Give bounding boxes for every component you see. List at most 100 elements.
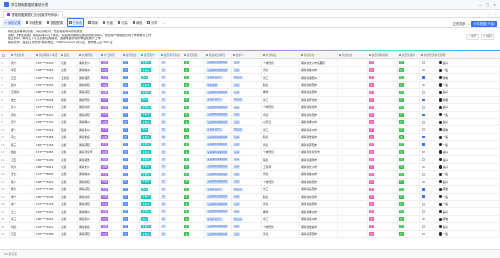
table-cell-name[interactable]: 赵六 bbox=[10, 81, 35, 89]
table-cell-num[interactable]: 9 bbox=[0, 119, 10, 126]
table-cell-num[interactable]: 21 bbox=[0, 208, 10, 215]
table-cell-note[interactable]: 困难 bbox=[420, 126, 500, 133]
table-cell-region[interactable]: 湖南株洲 bbox=[78, 171, 100, 178]
table-cell-leftbehind[interactable]: 留守 bbox=[140, 96, 160, 104]
column-header[interactable]: 是否单亲家庭 bbox=[160, 52, 183, 59]
table-cell-phone[interactable]: 180****5536 bbox=[35, 193, 60, 200]
table-cell-type[interactable]: 城镇 bbox=[100, 119, 122, 126]
table-cell-guardian[interactable]: 祖父母 bbox=[232, 126, 262, 133]
confirm-checkbox[interactable] bbox=[422, 173, 425, 176]
table-cell-job[interactable]: 职员 bbox=[262, 193, 300, 200]
table-cell-subsidy[interactable]: 否 bbox=[368, 133, 398, 141]
table-cell-guardian[interactable]: 父亲 bbox=[232, 119, 262, 126]
table-cell-note[interactable]: 困难 bbox=[420, 215, 500, 223]
table-cell-num[interactable]: 1 bbox=[0, 59, 10, 66]
table-cell-guardian[interactable]: 祖父母 bbox=[232, 74, 262, 81]
table-cell-disabled[interactable]: 无 bbox=[183, 178, 205, 186]
table-cell-region[interactable]: 湖南株洲 bbox=[78, 66, 100, 74]
table-cell-name[interactable]: 吕五 bbox=[10, 230, 35, 238]
table-cell-note[interactable]: 一般 bbox=[420, 171, 500, 178]
table-cell-phone[interactable]: 189****6613 bbox=[35, 163, 60, 171]
confirm-checkbox[interactable] bbox=[422, 225, 425, 228]
table-cell-phone[interactable]: 132****4410 bbox=[35, 223, 60, 230]
table-cell-address[interactable]: 湖南省邵阳市 bbox=[300, 141, 338, 148]
table-cell-region[interactable]: 湖南益阳 bbox=[78, 201, 100, 208]
table-cell-address2[interactable] bbox=[338, 148, 368, 156]
table-row[interactable]: 22 许三 185****9953 汉族 湖南永州 农村 否 留守 否 无 父母外出务工 祖父母 务工 湖… bbox=[0, 215, 500, 224]
table-cell-phone[interactable]: 159****2461 bbox=[35, 208, 60, 215]
table-cell-region[interactable]: 湖南衡阳 bbox=[78, 178, 100, 186]
table-cell-num[interactable]: 20 bbox=[0, 201, 10, 208]
table-cell-leftbehind[interactable]: 留守 bbox=[140, 215, 160, 223]
table-cell-name[interactable]: 许三 bbox=[10, 215, 35, 223]
table-cell-address[interactable]: 湖南省常德市 bbox=[300, 104, 338, 111]
table-cell-region[interactable]: 湖南益阳 bbox=[78, 111, 100, 119]
table-cell-address[interactable]: 湖南省永州市 bbox=[300, 126, 338, 133]
expand-notice-button[interactable]: ⤢ 展开 bbox=[465, 34, 479, 41]
table-cell-phone[interactable]: 135****0419 bbox=[35, 126, 60, 133]
table-cell-guardian[interactable]: 母亲 bbox=[232, 81, 262, 89]
table-cell-job[interactable]: 务农 bbox=[262, 141, 300, 148]
table-cell-phone[interactable]: 177****6628 bbox=[35, 96, 60, 104]
field-config-button[interactable]: 字段配置 bbox=[24, 19, 43, 25]
table-cell-address2[interactable] bbox=[338, 96, 368, 104]
table-cell-disabled[interactable]: 无 bbox=[183, 89, 205, 96]
table-cell-job[interactable]: 个体经营 bbox=[262, 104, 300, 111]
table-cell-family[interactable]: 父母外出务工 bbox=[205, 74, 232, 81]
table-cell-single[interactable]: 否 bbox=[160, 96, 183, 104]
table-cell-num[interactable]: 11 bbox=[0, 133, 10, 141]
table-cell-single[interactable]: 否 bbox=[160, 171, 183, 178]
table-cell-nation[interactable]: 汉族 bbox=[60, 59, 78, 66]
table-row[interactable]: 20 秦一 137****0178 汉族 湖南益阳 农村 否 非留守 否 无 父母健在家庭和睦 父亲 务… bbox=[0, 201, 500, 209]
table-row[interactable]: 17 韩八 166****3921 汉族 湖南衡阳 城镇 是 非留守 否 无 父母健在家庭和睦 父亲 个… bbox=[0, 178, 500, 187]
table-cell-address[interactable]: 湖南省邵阳市 bbox=[300, 230, 338, 238]
table-cell-nation[interactable]: 汉族 bbox=[60, 215, 78, 223]
table-cell-disabled[interactable]: 无 bbox=[183, 96, 205, 104]
table-cell-onlychild[interactable]: 是 bbox=[122, 223, 140, 230]
table-cell-type[interactable]: 城镇 bbox=[100, 81, 122, 89]
table-cell-type[interactable]: 城镇 bbox=[100, 208, 122, 215]
table-row[interactable]: 16 沈七 131****8845 汉族 湖南株洲 农村 否 非留守 否 无 父母健在家庭和睦 母亲 务… bbox=[0, 171, 500, 179]
table-cell-subsidy[interactable]: 否 bbox=[368, 193, 398, 200]
table-cell-disabled[interactable]: 无 bbox=[183, 126, 205, 133]
table-cell-note[interactable]: 一般 bbox=[420, 141, 500, 148]
table-cell-single[interactable]: 否 bbox=[160, 215, 183, 223]
table-cell-disabled[interactable]: 无 bbox=[183, 215, 205, 223]
table-cell-poor[interactable]: 否 bbox=[398, 111, 420, 119]
table-cell-note[interactable]: 良好 bbox=[420, 119, 500, 126]
table-cell-type[interactable]: 农村 bbox=[100, 215, 122, 223]
table-cell-family[interactable]: 父母健在家庭和睦 bbox=[205, 193, 232, 200]
column-header[interactable]: 是否留守 bbox=[140, 52, 160, 59]
table-cell-nation[interactable]: 汉族 bbox=[60, 111, 78, 119]
table-cell-address2[interactable] bbox=[338, 201, 368, 208]
table-cell-onlychild[interactable]: 是 bbox=[122, 148, 140, 156]
confirm-checkbox[interactable] bbox=[422, 106, 425, 109]
table-cell-single[interactable]: 否 bbox=[160, 201, 183, 208]
confirm-checkbox[interactable] bbox=[422, 135, 425, 139]
table-cell-disabled[interactable]: 无 bbox=[183, 201, 205, 208]
table-cell-address2[interactable] bbox=[338, 178, 368, 186]
table-cell-single[interactable]: 否 bbox=[160, 141, 183, 148]
table-cell-nation[interactable]: 汉族 bbox=[60, 66, 78, 74]
table-cell-name[interactable]: 陈三 bbox=[10, 141, 35, 148]
table-cell-poor[interactable]: 否 bbox=[398, 156, 420, 163]
table-cell-num[interactable]: 19 bbox=[0, 193, 10, 200]
table-cell-nation[interactable]: 汉族 bbox=[60, 81, 78, 89]
table-cell-single[interactable]: 否 bbox=[160, 230, 183, 238]
column-header[interactable]: 家庭联系人电话 bbox=[35, 52, 60, 59]
table-cell-address[interactable]: 湖南省怀化市 bbox=[300, 96, 338, 104]
table-cell-family[interactable]: 父母健在家庭和睦 bbox=[205, 119, 232, 126]
confirm-checkbox[interactable] bbox=[422, 128, 425, 132]
search-icon[interactable]: ⌕ bbox=[468, 22, 470, 26]
table-cell-job[interactable]: 务工 bbox=[262, 126, 300, 133]
table-cell-job[interactable]: 务农 bbox=[262, 230, 300, 238]
table-cell-poor[interactable]: 是 bbox=[398, 126, 420, 133]
confirm-checkbox[interactable] bbox=[422, 120, 425, 124]
table-cell-subsidy[interactable]: 否 bbox=[368, 141, 398, 148]
table-cell-job[interactable]: 工程师 bbox=[262, 163, 300, 171]
table-cell-nation[interactable]: 汉族 bbox=[60, 193, 78, 200]
table-cell-subsidy[interactable]: 是 bbox=[368, 126, 398, 133]
table-cell-subsidy[interactable]: 否 bbox=[368, 104, 398, 111]
table-cell-nation[interactable]: 汉族 bbox=[60, 223, 78, 230]
table-cell-leftbehind[interactable]: 非留守 bbox=[140, 163, 160, 171]
